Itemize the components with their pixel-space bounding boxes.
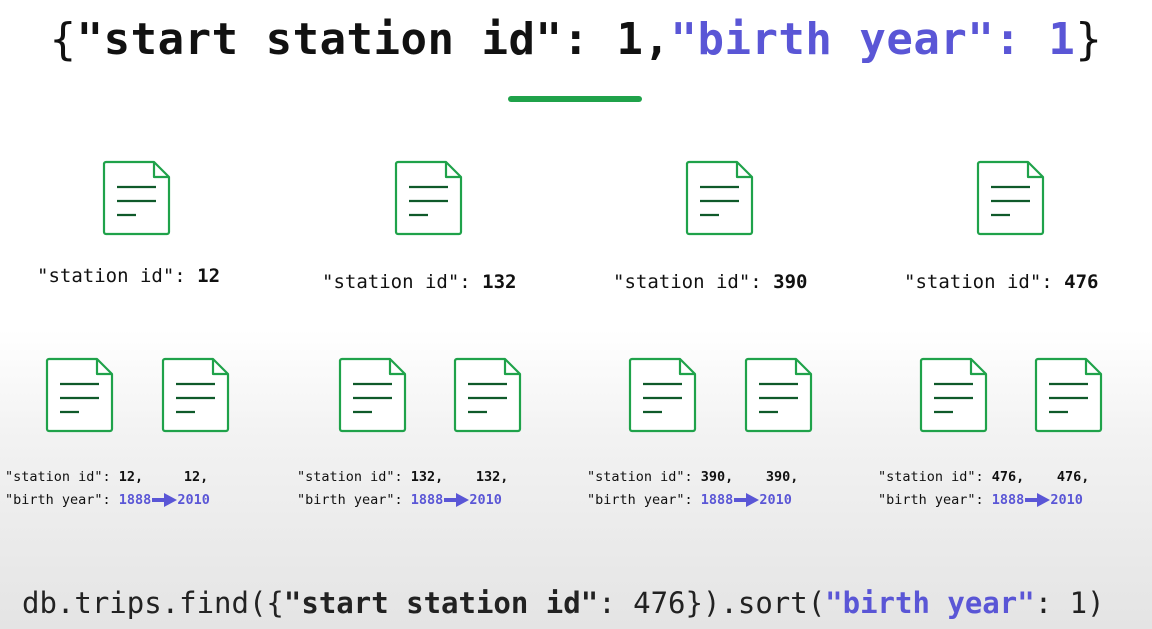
title-colon-1: : xyxy=(562,14,617,65)
document-icon xyxy=(338,357,408,433)
title-key-start-station: "start station id" xyxy=(76,14,563,65)
title-value-1: 1 xyxy=(616,14,644,65)
level2-label: "station id": 476, 476, "birth year": 18… xyxy=(878,469,1090,508)
document-icon xyxy=(976,160,1046,236)
query-suffix: : 1) xyxy=(1034,586,1105,620)
query-key-start-station: "start station id" xyxy=(283,586,599,620)
title-colon-2: : xyxy=(994,14,1049,65)
open-brace: { xyxy=(49,14,77,65)
document-icon xyxy=(919,357,989,433)
document-icon xyxy=(102,160,172,236)
level2-label: "station id": 132, 132, "birth year": 18… xyxy=(297,469,509,508)
document-icon xyxy=(744,357,814,433)
title-key-birth-year: "birth year" xyxy=(670,14,995,65)
arrow-right-icon xyxy=(733,493,759,507)
document-icon xyxy=(161,357,231,433)
document-icon xyxy=(45,357,115,433)
arrow-right-icon xyxy=(1024,493,1050,507)
document-icon xyxy=(453,357,523,433)
level2-label: "station id": 390, 390, "birth year": 18… xyxy=(587,469,799,508)
level1-label: "station id": 390 xyxy=(613,271,808,293)
title-value-2: 1 xyxy=(1048,14,1076,65)
document-icon xyxy=(394,160,464,236)
level1-label: "station id": 476 xyxy=(904,271,1099,293)
level1-label: "station id": 132 xyxy=(322,271,517,293)
query-mid: : 476}).sort( xyxy=(598,586,826,620)
document-icon xyxy=(628,357,698,433)
close-brace: } xyxy=(1075,14,1103,65)
index-spec-title: {"start station id": 1,"birth year": 1} xyxy=(0,14,1152,65)
arrow-right-icon xyxy=(151,493,177,507)
query-code: db.trips.find({"start station id": 476})… xyxy=(22,586,1105,620)
document-icon xyxy=(1034,357,1104,433)
level2-label: "station id": 12, 12, "birth year": 1888… xyxy=(5,469,210,508)
query-key-birth-year: "birth year" xyxy=(825,586,1035,620)
document-icon xyxy=(685,160,755,236)
title-underline xyxy=(508,96,642,102)
query-prefix: db.trips.find({ xyxy=(22,586,284,620)
arrow-right-icon xyxy=(443,493,469,507)
level1-label: "station id": 12 xyxy=(37,265,221,287)
title-comma: , xyxy=(643,14,671,65)
